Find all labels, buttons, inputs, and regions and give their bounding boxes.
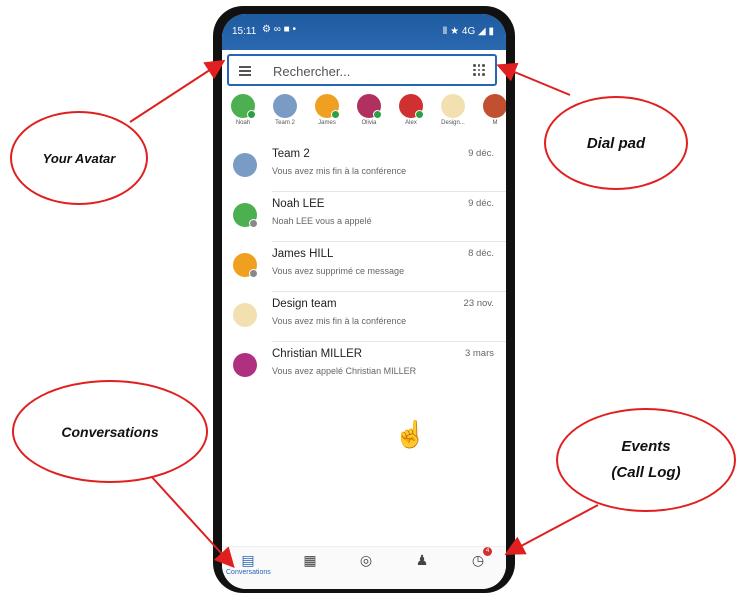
callout-text: Dial pad bbox=[586, 134, 646, 152]
arrow-conversations bbox=[149, 474, 235, 568]
callout-text: Conversations bbox=[61, 423, 159, 440]
callout-your-avatar: Your Avatar bbox=[10, 111, 148, 205]
arrow-events bbox=[504, 504, 599, 555]
callout-conversations: Conversations bbox=[12, 380, 208, 483]
callout-events: Events (Call Log) bbox=[556, 408, 736, 512]
callout-dial-pad: Dial pad bbox=[544, 96, 688, 190]
arrow-avatar bbox=[129, 59, 226, 123]
callout-text: Your Avatar bbox=[42, 150, 116, 166]
callout-text: Events bbox=[621, 438, 671, 455]
callout-text: (Call Log) bbox=[611, 464, 681, 481]
arrow-dialpad bbox=[496, 62, 571, 96]
